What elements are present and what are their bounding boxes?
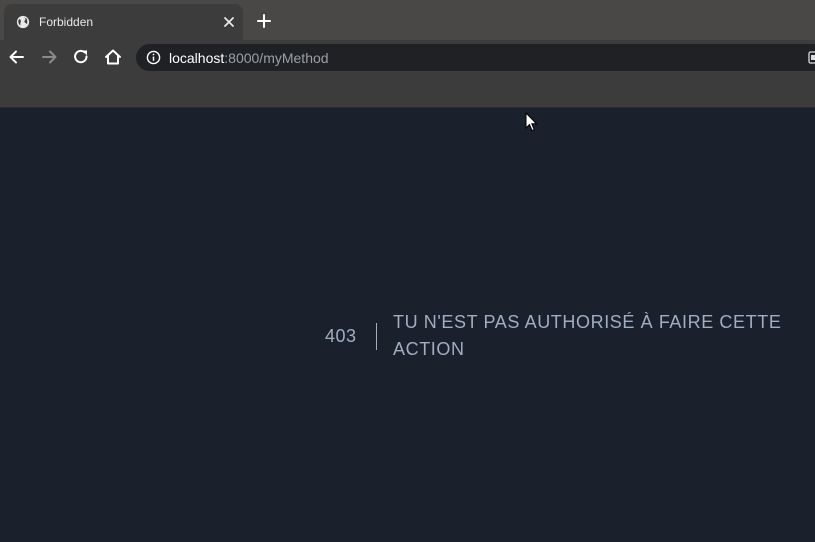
tab-forbidden[interactable]: Forbidden [4,4,243,40]
forward-arrow-icon[interactable] [39,47,59,67]
error-message: TU N'EST PAS AUTHORISÉ À FAIRE CETTE ACT… [393,312,782,359]
bookmarks-bar [0,74,815,108]
close-tab-icon[interactable] [221,14,237,30]
toolbar: localhost:8000/myMethod [0,40,815,74]
address-bar[interactable]: localhost:8000/myMethod [136,44,815,71]
install-app-icon[interactable] [808,51,815,64]
url-host: localhost [169,50,225,66]
url-text[interactable]: localhost:8000/myMethod [169,50,329,66]
tab-title: Forbidden [39,15,94,29]
info-icon[interactable] [146,50,161,65]
reload-icon[interactable] [71,47,91,67]
url-path: :8000/myMethod [224,50,329,66]
back-arrow-icon[interactable] [7,47,27,67]
tab-strip: Forbidden [0,0,815,40]
home-icon[interactable] [103,47,123,67]
mouse-cursor-icon [525,112,538,132]
globe-icon [16,15,30,29]
error-page: 403 TU N'EST PAS AUTHORISÉ À FAIRE CETTE… [0,108,815,542]
divider [376,323,377,350]
new-tab-icon[interactable] [255,12,273,30]
browser-window: Forbidden localhost:8000/myMethod 403 TU… [0,0,815,542]
error-code: 403 [325,326,357,346]
